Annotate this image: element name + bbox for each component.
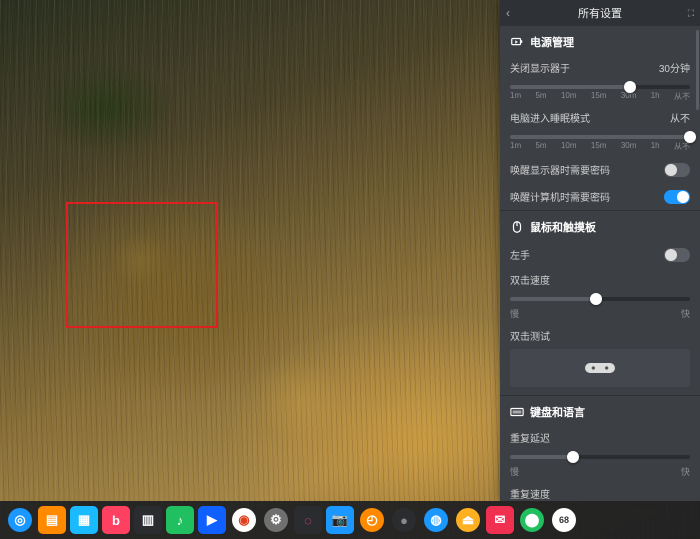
- section-keyboard-header[interactable]: 键盘和语言: [500, 396, 700, 426]
- taskbar-mail[interactable]: ✉: [486, 506, 514, 534]
- sleep-row: 电脑进入睡眠模式 从不: [500, 106, 700, 127]
- wake-display-pw-row: 唤醒显示器时需要密码: [500, 156, 700, 183]
- power-icon: [510, 35, 524, 49]
- back-icon[interactable]: ‹: [506, 6, 510, 20]
- dbl-test-area[interactable]: [510, 349, 690, 387]
- dbl-test-label: 双击测试: [500, 324, 700, 345]
- settings-panel: ‹ 所有设置 ⛶ 电源管理 关闭显示器于 30分钟 1m5m10m15m30m1…: [500, 0, 700, 501]
- panel-body: 电源管理 关闭显示器于 30分钟 1m5m10m15m30m1h从不 电脑进入睡…: [500, 26, 700, 501]
- wake-computer-pw-toggle[interactable]: [664, 190, 690, 204]
- mouse-icon: [510, 220, 524, 234]
- panel-header: ‹ 所有设置 ⛶: [500, 0, 700, 26]
- taskbar-browser-b[interactable]: b: [102, 506, 130, 534]
- repeat-delay-slider[interactable]: [500, 447, 700, 465]
- panel-title: 所有设置: [578, 5, 622, 21]
- repeat-rate-label: 重复速度: [500, 482, 700, 501]
- taskbar-deepin-store[interactable]: ▦: [70, 506, 98, 534]
- taskbar-app-green2[interactable]: ⬤: [518, 506, 546, 534]
- taskbar-app-blue2[interactable]: ◍: [422, 506, 450, 534]
- left-hand-row: 左手: [500, 241, 700, 268]
- taskbar-app-grey[interactable]: ●: [390, 506, 418, 534]
- repeat-delay-label: 重复延迟: [500, 426, 700, 447]
- selection-rectangle: [66, 202, 218, 328]
- taskbar-files[interactable]: ▤: [38, 506, 66, 534]
- taskbar-clock[interactable]: ◴: [358, 506, 386, 534]
- section-mouse-title: 鼠标和触摸板: [530, 219, 596, 235]
- dbl-speed-slider[interactable]: [500, 289, 700, 307]
- taskbar-camera[interactable]: 📷: [326, 506, 354, 534]
- taskbar-chrome[interactable]: ◉: [230, 506, 258, 534]
- taskbar-gauge[interactable]: 68: [550, 506, 578, 534]
- taskbar-spinner[interactable]: ◌: [294, 506, 322, 534]
- dbl-speed-label: 双击速度: [500, 268, 700, 289]
- left-hand-toggle[interactable]: [664, 248, 690, 262]
- wake-display-pw-toggle[interactable]: [664, 163, 690, 177]
- turn-off-display-slider[interactable]: 1m5m10m15m30m1h从不: [500, 77, 700, 106]
- taskbar-video[interactable]: ▶: [198, 506, 226, 534]
- taskbar-eject[interactable]: ⏏: [454, 506, 482, 534]
- section-keyboard-title: 键盘和语言: [530, 404, 585, 420]
- taskbar-settings[interactable]: ⚙: [262, 506, 290, 534]
- section-power-header[interactable]: 电源管理: [500, 26, 700, 56]
- maximize-icon[interactable]: ⛶: [688, 8, 694, 19]
- section-power-title: 电源管理: [530, 34, 574, 50]
- taskbar: ◎▤▦b▥♪▶◉⚙◌📷◴●◍⏏✉⬤68: [0, 501, 700, 539]
- keyboard-icon: [510, 405, 524, 419]
- taskbar-apps[interactable]: ▥: [134, 506, 162, 534]
- turn-off-display-row: 关闭显示器于 30分钟: [500, 56, 700, 77]
- taskbar-launcher[interactable]: ◎: [6, 506, 34, 534]
- wake-computer-pw-row: 唤醒计算机时需要密码: [500, 183, 700, 210]
- gamepad-icon: [583, 358, 617, 378]
- section-mouse-header[interactable]: 鼠标和触摸板: [500, 211, 700, 241]
- taskbar-music[interactable]: ♪: [166, 506, 194, 534]
- sleep-slider[interactable]: 1m5m10m15m30m1h从不: [500, 127, 700, 156]
